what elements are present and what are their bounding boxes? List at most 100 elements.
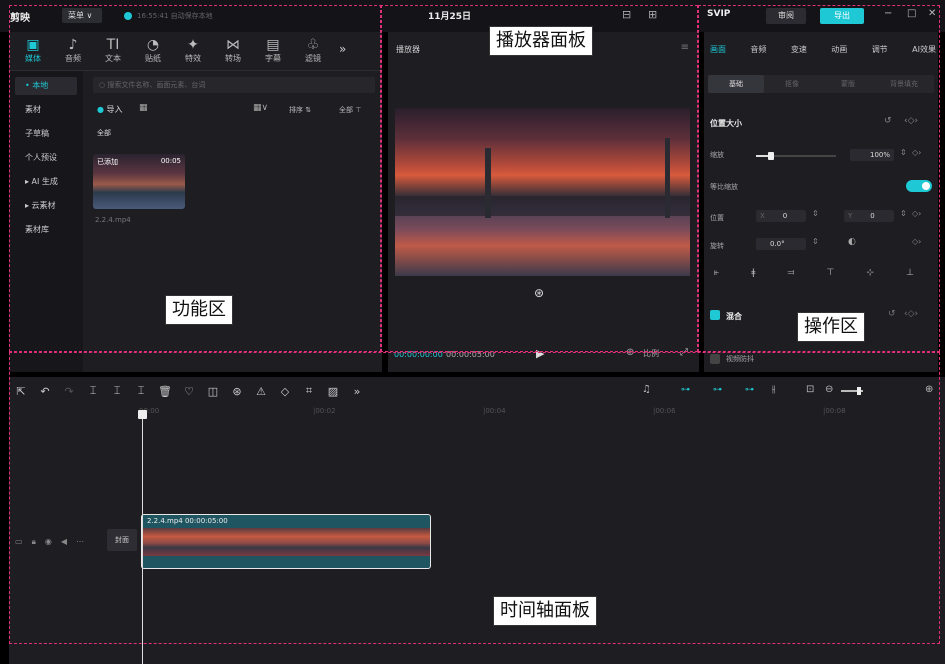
rotate-handle-icon[interactable]: ⊛ xyxy=(534,286,544,300)
lock-icon[interactable]: 🔒︎ xyxy=(32,537,36,547)
sidebar-item-library[interactable]: 素材库 xyxy=(15,221,77,239)
tab-audio-insp[interactable]: 音频 xyxy=(750,44,766,55)
align-bottom-icon[interactable]: ⊥ xyxy=(906,268,914,278)
sidebar-item-ai[interactable]: ▸ AI 生成 xyxy=(15,173,77,191)
grid-view-icon[interactable]: ▦ xyxy=(139,103,148,113)
scale-slider[interactable] xyxy=(756,152,836,160)
tab-audio[interactable]: ♪ 音频 xyxy=(53,37,93,70)
split-left-icon[interactable]: ⌶ xyxy=(105,384,129,398)
track-toggle-icon[interactable]: ▭ xyxy=(15,537,23,547)
menu-button[interactable]: 菜单 ∨ xyxy=(62,8,102,23)
keyframe-icon[interactable]: ‹◇› xyxy=(904,309,918,319)
select-tool-icon[interactable]: ⇱ xyxy=(9,385,33,398)
keyframe-icon[interactable]: ‹◇› xyxy=(904,116,918,126)
sidebar-item-subdraft[interactable]: 子草稿 xyxy=(15,125,77,143)
subtab-basic[interactable]: 基础 xyxy=(708,75,764,93)
sidebar-item-assets[interactable]: 素材 xyxy=(15,101,77,119)
sidebar-item-cloud[interactable]: ▸ 云素材 xyxy=(15,197,77,215)
position-y-field[interactable]: Y0 xyxy=(844,210,894,222)
export-button[interactable]: 导出 xyxy=(820,8,864,24)
minimize-icon[interactable]: − xyxy=(884,8,892,19)
media-thumbnail[interactable]: 已添加 00:05 xyxy=(93,154,185,209)
scale-slider-handle[interactable] xyxy=(768,152,774,160)
mic-icon[interactable]: ♫ xyxy=(642,384,651,395)
tab-animation[interactable]: 动画 xyxy=(831,44,847,55)
main-track-link-icon[interactable]: ⊶ xyxy=(681,385,690,395)
menu-icon[interactable]: ≡ xyxy=(681,42,689,53)
view-toggle-icon[interactable]: ▦∨ xyxy=(253,103,268,113)
reset-icon[interactable]: ↺ xyxy=(884,116,892,126)
zoom-icon[interactable]: ⊕ xyxy=(626,347,634,358)
reset-icon[interactable]: ↺ xyxy=(888,309,896,319)
panel-layout-icon[interactable]: ⊞ xyxy=(648,8,657,21)
video-clip[interactable]: 2.2.4.mp4 00:00:05:00 xyxy=(141,514,431,569)
subtab-bgfill[interactable]: 背景填充 xyxy=(876,75,932,93)
scale-value-field[interactable]: 100% xyxy=(850,149,894,161)
align-right-icon[interactable]: ⫤ xyxy=(788,268,795,278)
play-icon[interactable]: ▶ xyxy=(536,347,544,360)
more-icon[interactable]: ⋯ xyxy=(76,537,84,547)
auto-snap-icon[interactable]: ⊶ xyxy=(713,385,722,395)
vip-badge[interactable]: SVIP xyxy=(707,9,730,19)
marker-icon[interactable]: ♡ xyxy=(177,385,201,398)
fullscreen-icon[interactable]: ⤢ xyxy=(680,347,688,358)
caption-icon[interactable]: ⊡ xyxy=(806,384,814,395)
crop-icon[interactable]: ⌗ xyxy=(297,384,321,398)
blend-checkbox[interactable] xyxy=(710,310,720,320)
keyframe-icon[interactable]: ◇› xyxy=(912,148,921,157)
rotate-field[interactable]: 0.0° xyxy=(756,238,806,250)
subtab-keying[interactable]: 抠像 xyxy=(764,75,820,93)
project-title[interactable]: 11月25日 xyxy=(428,9,471,22)
speaker-icon[interactable]: ◀ xyxy=(61,537,67,547)
link-icon[interactable]: ⊶ xyxy=(745,385,754,395)
edit-icon[interactable]: ▨ xyxy=(321,385,345,398)
zoom-out-icon[interactable]: ⊖ xyxy=(825,384,833,395)
align-left-icon[interactable]: ⫦ xyxy=(714,268,719,278)
freeze-icon[interactable]: ◫ xyxy=(201,385,225,398)
tab-sticker[interactable]: ◔ 贴纸 xyxy=(133,37,173,70)
reverse-icon[interactable]: ⊛ xyxy=(225,385,249,398)
search-input[interactable]: ○ 搜索文件名称、画面元素、台词 xyxy=(93,77,375,93)
tab-ai-effects[interactable]: AI效果 xyxy=(912,44,936,55)
uniform-scale-toggle[interactable] xyxy=(906,180,932,192)
tab-transition[interactable]: ⋈ 转场 xyxy=(213,37,253,70)
video-preview[interactable] xyxy=(395,108,690,276)
rotate-icon[interactable]: ◇ xyxy=(273,385,297,398)
sort-button[interactable]: 排序 ⇅ xyxy=(289,105,311,115)
sidebar-item-presets[interactable]: 个人预设 xyxy=(15,149,77,167)
stabilize-checkbox[interactable] xyxy=(710,354,720,364)
undo-icon[interactable]: ↶ xyxy=(33,385,57,398)
stepper-icon[interactable]: ⇕ xyxy=(812,237,819,246)
sidebar-item-local[interactable]: • 本地 xyxy=(15,77,77,95)
zoom-fit-icon[interactable]: ⊕ xyxy=(925,384,933,395)
cover-button[interactable]: 封面 xyxy=(107,529,137,551)
tab-picture[interactable]: 画面 xyxy=(710,44,726,55)
rotate-dial-icon[interactable]: ◐ xyxy=(848,237,856,247)
redo-icon[interactable]: ↷ xyxy=(57,385,81,398)
position-x-field[interactable]: X0 xyxy=(756,210,806,222)
review-button[interactable]: 审阅 xyxy=(766,8,806,24)
tab-text[interactable]: TI 文本 xyxy=(93,37,133,70)
ratio-button[interactable]: 比例 xyxy=(643,348,659,359)
subtab-mask[interactable]: 蒙版 xyxy=(820,75,876,93)
stepper-icon[interactable]: ⇕ xyxy=(900,148,907,157)
align-hcenter-icon[interactable]: ǂ xyxy=(751,268,755,278)
tab-filter[interactable]: ♧ 滤镜 xyxy=(293,37,333,70)
close-icon[interactable]: ✕ xyxy=(928,8,936,19)
split-icon[interactable]: ⌶ xyxy=(81,384,105,398)
align-vcenter-icon[interactable]: ⊹ xyxy=(866,268,874,278)
split-right-icon[interactable]: ⌶ xyxy=(129,384,153,398)
tab-effects[interactable]: ✦ 特效 xyxy=(173,37,213,70)
playhead[interactable] xyxy=(142,413,143,664)
mirror-icon[interactable]: ⚠ xyxy=(249,385,273,398)
zoom-slider[interactable] xyxy=(841,387,863,395)
layout-icon[interactable]: ⊟ xyxy=(622,8,631,21)
more-tabs-icon[interactable]: » xyxy=(339,42,346,70)
more-tools-icon[interactable]: » xyxy=(345,385,369,398)
stepper-icon[interactable]: ⇕ xyxy=(900,209,907,218)
align-top-icon[interactable]: ⊤ xyxy=(826,268,834,278)
tab-adjust[interactable]: 调节 xyxy=(872,44,888,55)
maximize-icon[interactable]: □ xyxy=(907,8,916,19)
filter-all-button[interactable]: 全部 ⊤ xyxy=(339,105,361,115)
playhead-handle[interactable] xyxy=(138,410,147,419)
